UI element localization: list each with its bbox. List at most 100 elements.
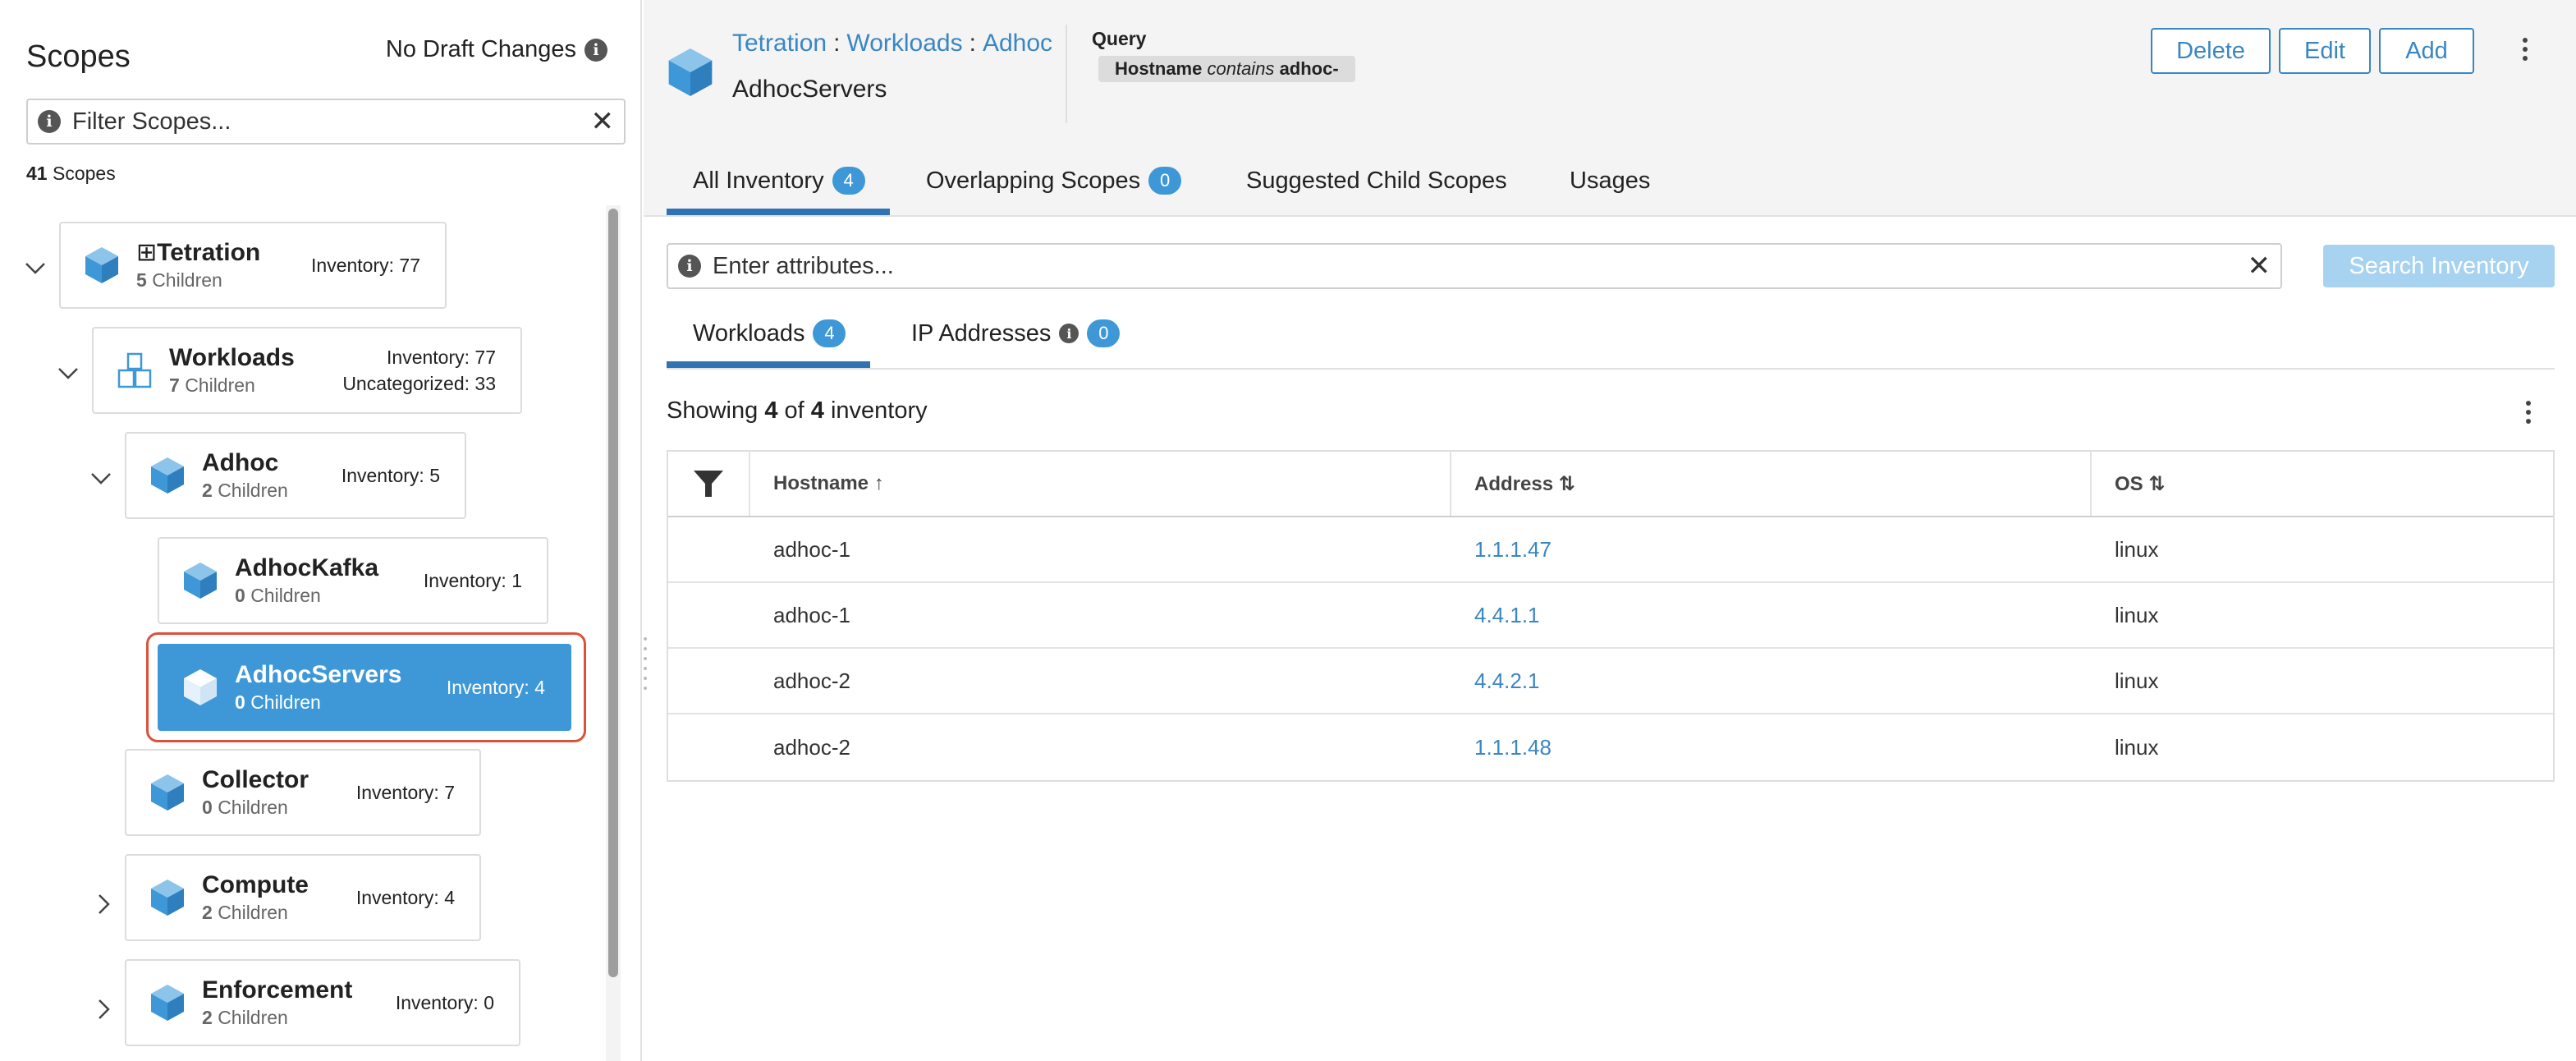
children-count: 7 <box>169 374 180 396</box>
kebab-menu-icon[interactable] <box>2520 401 2537 424</box>
address-link[interactable]: 4.4.2.1 <box>1451 649 2092 713</box>
os-cell: linux <box>2115 602 2159 627</box>
address-link[interactable]: 4.4.1.1 <box>1451 583 2092 647</box>
sidebar-scrollbar-thumb[interactable] <box>608 209 618 977</box>
column-filter[interactable] <box>668 452 750 516</box>
children-count: 0 <box>202 797 213 818</box>
scope-node-adhockafka[interactable]: AdhocKafka 0 Children Inventory: 1 <box>158 537 548 624</box>
count-badge: 0 <box>1087 319 1121 347</box>
close-icon[interactable]: ✕ <box>2248 252 2271 280</box>
cube-icon <box>151 880 184 916</box>
scope-node-collector[interactable]: Collector 0 Children Inventory: 7 <box>125 749 481 836</box>
attribute-search-input[interactable]: i Enter attributes... ✕ <box>667 243 2282 289</box>
info-icon[interactable]: i <box>1059 324 1079 343</box>
children-count: 5 <box>136 269 147 291</box>
filter-funnel-icon[interactable] <box>692 467 725 500</box>
add-button[interactable]: Add <box>2379 28 2474 74</box>
children-label: Children <box>250 691 321 713</box>
showing-suffix: inventory <box>830 397 928 424</box>
subtab-ip-addresses[interactable]: IP Addresses i 0 <box>911 317 1121 350</box>
breadcrumb: Tetration: Workloads: Adhoc <box>732 30 1052 57</box>
row-spacer <box>668 649 750 713</box>
active-tab-indicator <box>667 209 890 215</box>
query-chip: Hostname contains adhoc- <box>1098 56 1355 82</box>
table-row[interactable]: adhoc-1 4.4.1.1 linux <box>668 583 2553 649</box>
tab-overlapping-scopes[interactable]: Overlapping Scopes 0 <box>926 164 1182 197</box>
tab-suggested-child-scopes[interactable]: Suggested Child Scopes <box>1246 164 1507 197</box>
inventory-count: Inventory: 1 <box>423 570 522 591</box>
address-link[interactable]: 1.1.1.48 <box>1451 714 2092 780</box>
showing-of: of <box>784 397 804 424</box>
filter-scopes-input[interactable]: i Filter Scopes... ✕ <box>26 99 626 145</box>
attribute-search-placeholder: Enter attributes... <box>713 252 894 279</box>
subtab-workloads[interactable]: Workloads 4 <box>693 317 846 350</box>
breadcrumb-tetration[interactable]: Tetration <box>732 30 827 57</box>
column-os[interactable]: OS ⇅ <box>2092 452 2553 516</box>
scope-node-name: AdhocServers <box>235 661 402 688</box>
close-icon[interactable]: ✕ <box>591 108 615 135</box>
tab-usages[interactable]: Usages <box>1570 164 1650 197</box>
breadcrumb-separator: : <box>833 30 841 57</box>
chevron-right-icon[interactable] <box>92 997 117 1022</box>
draft-status: No Draft Changes i <box>386 36 607 63</box>
children-count: 0 <box>235 585 245 606</box>
scope-node-adhoc[interactable]: Adhoc 2 Children Inventory: 5 <box>125 432 466 519</box>
hostname-cell: adhoc-2 <box>773 668 850 693</box>
table-row[interactable]: adhoc-1 1.1.1.47 linux <box>668 517 2553 583</box>
query-operator: contains <box>1207 58 1275 79</box>
children-label: Children <box>218 902 288 923</box>
chevron-down-icon[interactable] <box>56 361 80 386</box>
breadcrumb-adhoc[interactable]: Adhoc <box>983 30 1052 57</box>
children-count: 2 <box>202 1007 213 1028</box>
delete-button[interactable]: Delete <box>2151 28 2271 74</box>
scope-node-name: Compute <box>202 871 309 898</box>
inventory-count: Inventory: 4 <box>446 677 545 698</box>
scopes-sidebar: Scopes No Draft Changes i i Filter Scope… <box>0 0 642 1061</box>
filter-scopes-placeholder: Filter Scopes... <box>72 108 231 135</box>
scope-node-enforcement[interactable]: Enforcement 2 Children Inventory: 0 <box>125 959 520 1046</box>
edit-button[interactable]: Edit <box>2279 28 2371 74</box>
column-hostname[interactable]: Hostname ↑ <box>750 452 1451 516</box>
cube-icon <box>184 669 217 705</box>
inventory-subtabs: Workloads 4 IP Addresses i 0 <box>667 309 2555 370</box>
scope-header: Tetration: Workloads: Adhoc AdhocServers Q… <box>644 0 2576 217</box>
children-count: 2 <box>202 480 213 501</box>
address-link[interactable]: 1.1.1.47 <box>1451 517 2092 581</box>
children-label: Children <box>185 374 255 396</box>
cube-icon <box>151 457 184 494</box>
children-count: 2 <box>202 902 213 923</box>
subtab-label: IP Addresses <box>911 319 1052 347</box>
tab-label: Suggested Child Scopes <box>1246 167 1507 194</box>
table-row[interactable]: adhoc-2 1.1.1.48 linux <box>668 714 2553 780</box>
table-row[interactable]: adhoc-2 4.4.2.1 linux <box>668 649 2553 714</box>
info-icon[interactable]: i <box>38 110 61 133</box>
scope-node-compute[interactable]: Compute 2 Children Inventory: 4 <box>125 854 481 941</box>
column-address[interactable]: Address ⇅ <box>1451 452 2092 516</box>
scope-node-workloads[interactable]: Workloads 7 Children Inventory: 77 Uncat… <box>92 327 522 414</box>
uncategorized-count: Uncategorized: 33 <box>342 373 496 394</box>
count-badge: 0 <box>1148 167 1182 195</box>
os-cell: linux <box>2115 734 2159 760</box>
inventory-tabs: All Inventory 4 Overlapping Scopes 0 Sug… <box>644 156 2576 217</box>
children-label: Children <box>152 269 222 291</box>
tab-label: Overlapping Scopes <box>926 167 1141 194</box>
search-inventory-button[interactable]: Search Inventory <box>2323 245 2555 287</box>
subtab-label: Workloads <box>693 319 805 347</box>
scope-node-tetration[interactable]: ⊞Tetration 5 Children Inventory: 77 <box>59 222 447 309</box>
inventory-count: Inventory: 77 <box>387 347 496 368</box>
scope-count-number: 41 <box>26 163 48 184</box>
info-icon[interactable]: i <box>678 255 701 278</box>
scope-count-label: Scopes <box>52 163 116 184</box>
children-label: Children <box>218 1007 288 1028</box>
scope-node-name: Adhoc <box>202 449 279 476</box>
chevron-right-icon[interactable] <box>92 892 117 916</box>
children-label: Children <box>218 797 288 818</box>
breadcrumb-workloads[interactable]: Workloads <box>846 30 962 57</box>
scope-node-adhocservers[interactable]: AdhocServers 0 Children Inventory: 4 <box>158 644 571 731</box>
chevron-down-icon[interactable] <box>23 256 48 281</box>
tab-all-inventory[interactable]: All Inventory 4 <box>693 164 865 197</box>
kebab-menu-icon[interactable] <box>2517 38 2533 61</box>
chevron-down-icon[interactable] <box>89 466 113 491</box>
info-icon[interactable]: i <box>584 38 607 62</box>
draft-status-label: No Draft Changes <box>385 36 576 62</box>
